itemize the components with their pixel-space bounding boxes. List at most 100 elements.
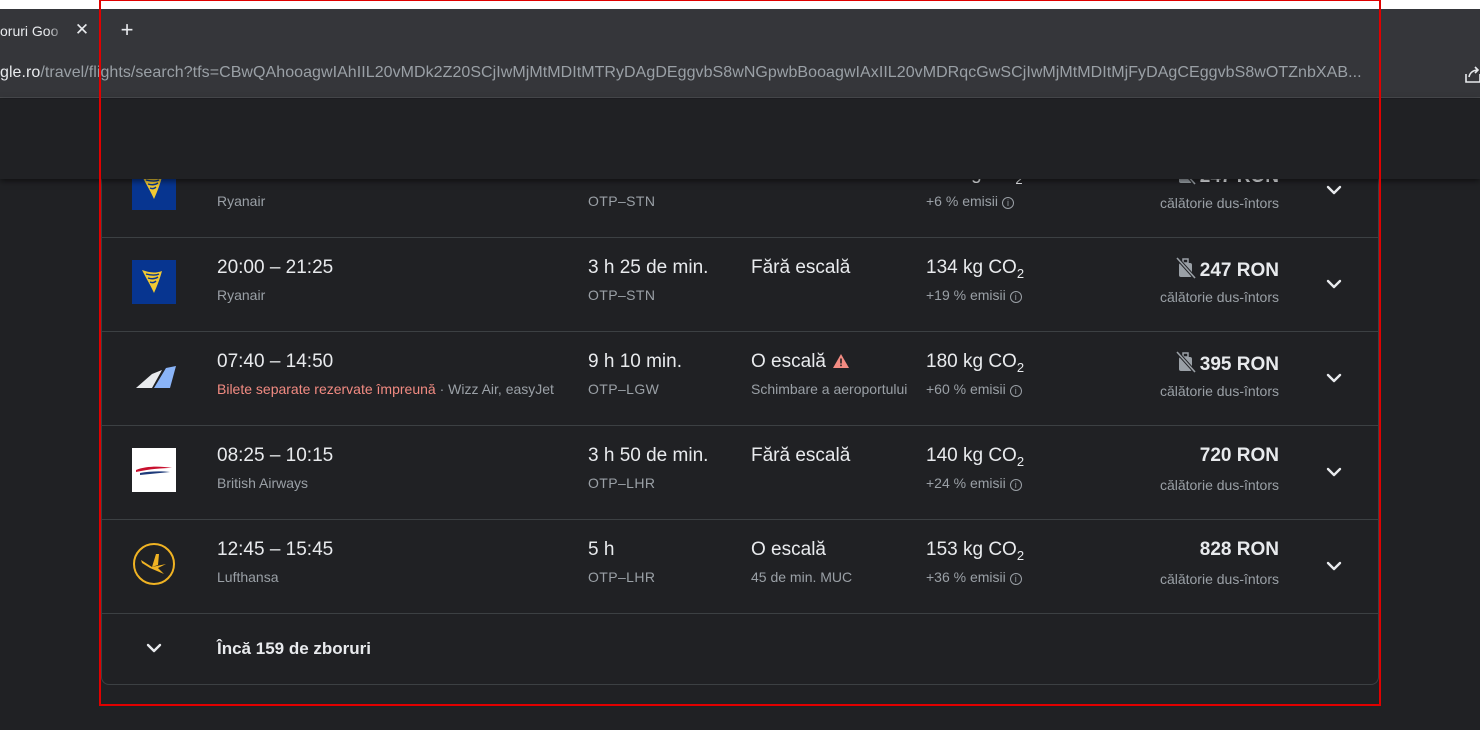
share-icon[interactable] — [1463, 65, 1480, 85]
tab-close-icon[interactable]: ✕ — [72, 20, 92, 40]
chevron-down-icon[interactable] — [142, 636, 166, 660]
url-text[interactable]: gle.ro/travel/flights/search?tfs=CBwQAho… — [0, 64, 1450, 82]
stops-label: O escală — [751, 539, 826, 560]
flight-row[interactable]: 12:45 – 15:45 Lufthansa 5 h OTP–LHR O escală… — [102, 520, 1378, 614]
co2-emissions: 180 kg CO2 — [926, 351, 1024, 375]
flight-duration: 3 h 50 de min. — [588, 445, 709, 466]
info-icon[interactable]: i — [1001, 197, 1014, 209]
price-value: 720 RON — [1199, 445, 1279, 466]
co2-emissions: 140 kg CO2 — [926, 445, 1024, 469]
co2-value: 180 kg CO — [926, 351, 1017, 372]
emissions-label: +60 % emisii — [926, 381, 1006, 397]
info-icon[interactable]: i — [1009, 479, 1022, 491]
co2-value: 140 kg CO — [926, 445, 1017, 466]
tab-title: oruri Goo — [0, 23, 66, 39]
flight-price: 395 RON — [1175, 351, 1279, 376]
co2-emissions: 153 kg CO2 — [926, 539, 1024, 563]
flight-times: 08:25 – 10:15 — [217, 445, 334, 466]
expand-chevron-icon[interactable] — [1322, 460, 1346, 484]
stop-detail: 45 de min. MUC — [751, 569, 853, 585]
emissions-compare[interactable]: +19 % emisii i — [926, 287, 1022, 303]
app-header-bar — [0, 99, 1480, 179]
price-value: 247 RON — [1199, 260, 1279, 281]
top-edge — [0, 0, 1480, 9]
stop-detail: Schimbare a aeroportului — [751, 381, 908, 397]
expand-chevron-icon[interactable] — [1322, 178, 1346, 202]
co2-subscript: 2 — [1016, 266, 1025, 281]
emissions-label: +19 % emisii — [926, 287, 1006, 303]
emissions-compare[interactable]: +24 % emisii i — [926, 475, 1022, 491]
price-value: 828 RON — [1199, 539, 1279, 560]
airline-name: Bilete separate rezervate împreună · Wiz… — [217, 381, 577, 397]
flight-duration: 5 h — [588, 539, 615, 560]
flight-row[interactable]: 07:40 – 14:50 Bilete separate rezervate î… — [102, 332, 1378, 426]
flight-times: 12:45 – 15:45 — [217, 539, 334, 560]
airline-label: Ryanair — [217, 193, 266, 209]
flight-route: OTP–STN — [588, 287, 656, 303]
co2-subscript: 2 — [1016, 360, 1025, 375]
info-icon[interactable]: i — [1009, 291, 1022, 303]
flight-row[interactable]: 08:25 – 10:15 British Airways 3 h 50 de mi… — [102, 426, 1378, 520]
airline-name: Lufthansa — [217, 569, 577, 585]
co2-emissions: 134 kg CO2 — [926, 257, 1024, 281]
emissions-compare[interactable]: +6 % emisii i — [926, 193, 1014, 209]
url-host: gle.ro — [0, 64, 41, 81]
airline-label: British Airways — [217, 475, 309, 491]
flight-stops: O escală — [751, 539, 826, 561]
more-flights-label: Încă 159 de zboruri — [217, 639, 371, 658]
info-icon[interactable]: i — [1009, 385, 1022, 397]
airline-label: · Wizz Air, easyJet — [435, 381, 554, 397]
flight-route: OTP–LHR — [588, 569, 656, 585]
trip-type: călătorie dus-întors — [1159, 477, 1279, 493]
expand-chevron-icon[interactable] — [1322, 272, 1346, 296]
flight-price: 720 RON — [1200, 445, 1279, 467]
price-value: 395 RON — [1199, 354, 1279, 375]
emissions-label: +24 % emisii — [926, 475, 1006, 491]
results-area: 11:40 – 13:05Ryanair3 h 25 de min.OTP–ST… — [0, 99, 1480, 730]
flight-stops: O escală — [751, 351, 850, 373]
flight-results-card: 11:40 – 13:05Ryanair3 h 25 de min.OTP–ST… — [101, 145, 1379, 685]
stops-label: O escală — [751, 351, 826, 372]
new-tab-button[interactable]: + — [116, 19, 138, 41]
co2-value: 134 kg CO — [926, 257, 1017, 278]
airline-name: Ryanair — [217, 287, 577, 303]
trip-type: călătorie dus-întors — [1159, 571, 1279, 587]
stops-label: Fără escală — [751, 257, 851, 278]
address-bar[interactable]: gle.ro/travel/flights/search?tfs=CBwQAho… — [0, 53, 1480, 98]
url-path: /travel/flights/search?tfs=CBwQAhooagwIA… — [40, 64, 1362, 81]
flight-row[interactable]: 20:00 – 21:25 Ryanair 3 h 25 de min. OTP–ST… — [102, 238, 1378, 332]
warning-icon — [832, 354, 849, 368]
flight-price: 247 RON — [1175, 257, 1279, 282]
expand-chevron-icon[interactable] — [1322, 366, 1346, 390]
emissions-label: +36 % emisii — [926, 569, 1006, 585]
browser-tab[interactable]: oruri Goo ✕ — [0, 9, 98, 53]
flight-times: 07:40 – 14:50 — [217, 351, 334, 372]
flight-stops: Fără escală — [751, 257, 850, 279]
flight-times: 20:00 – 21:25 — [217, 257, 334, 278]
airline-label: Ryanair — [217, 287, 266, 303]
multi-airline-logo-icon — [136, 366, 176, 388]
flight-stops: Fără escală — [751, 445, 850, 467]
emissions-label: +6 % emisii — [926, 193, 998, 209]
british-airways-logo-icon — [132, 448, 176, 492]
ryanair-logo-icon — [132, 260, 176, 304]
flight-route: OTP–LHR — [588, 475, 656, 491]
airline-name: British Airways — [217, 475, 577, 491]
co2-subscript: 2 — [1016, 548, 1025, 563]
flight-duration: 3 h 25 de min. — [588, 257, 709, 278]
airline-name: Ryanair — [217, 193, 577, 209]
trip-type: călătorie dus-întors — [1159, 383, 1279, 399]
flight-duration: 9 h 10 min. — [588, 351, 682, 372]
flight-route: OTP–LGW — [588, 381, 660, 397]
more-flights-row[interactable]: Încă 159 de zboruri — [102, 614, 1378, 684]
browser-tabstrip: oruri Goo ✕ + — [0, 9, 1480, 53]
emissions-compare[interactable]: +60 % emisii i — [926, 381, 1022, 397]
info-icon[interactable]: i — [1009, 573, 1022, 585]
co2-value: 153 kg CO — [926, 539, 1017, 560]
flight-price: 828 RON — [1200, 539, 1279, 561]
no-carry-on-bag-icon — [1175, 257, 1196, 279]
expand-chevron-icon[interactable] — [1322, 554, 1346, 578]
lufthansa-logo-icon — [133, 543, 175, 585]
emissions-compare[interactable]: +36 % emisii i — [926, 569, 1022, 585]
trip-type: călătorie dus-întors — [1159, 289, 1279, 305]
